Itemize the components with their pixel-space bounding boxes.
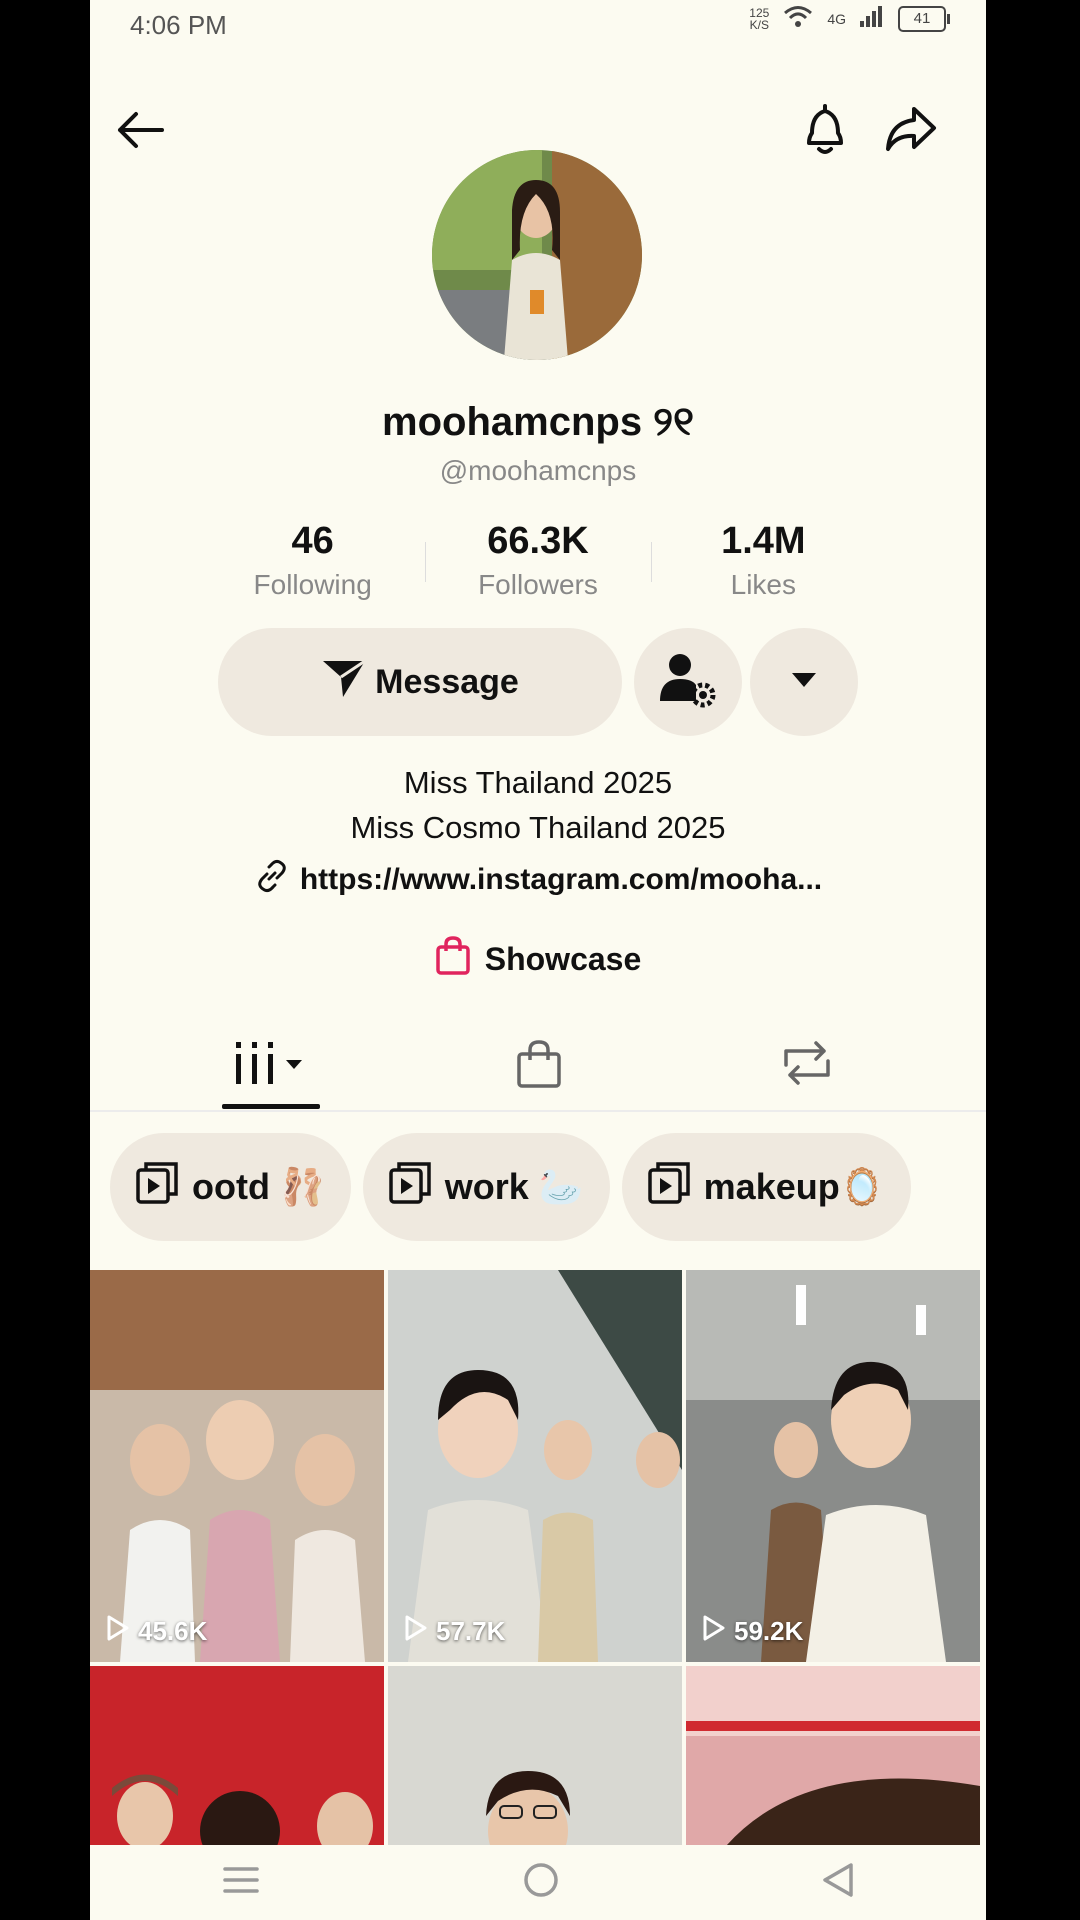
view-count-value: 57.7K: [436, 1616, 506, 1646]
video-thumbnail[interactable]: [388, 1666, 682, 1846]
playlist-label: work 🦢: [444, 1166, 584, 1207]
video-thumbnail[interactable]: 57.7K: [388, 1270, 682, 1662]
back-arrow-icon[interactable]: [110, 100, 170, 160]
tab-videos[interactable]: [226, 1035, 316, 1095]
playlist-chips: ootd 🩰 work 🦢 makeup🪞: [110, 1133, 986, 1243]
play-icon: [702, 1615, 726, 1648]
playlist-icon: [136, 1161, 178, 1213]
stat-value: 46: [291, 520, 334, 562]
profile-actions: Message: [218, 628, 858, 738]
stat-label: Following: [253, 569, 372, 600]
video-thumbnail[interactable]: [90, 1666, 384, 1846]
stat-label: Followers: [478, 569, 598, 600]
playlist-chip-ootd[interactable]: ootd 🩰: [110, 1133, 351, 1241]
network-type: 4G: [827, 10, 846, 27]
follow-settings-button[interactable]: [634, 628, 742, 736]
profile-screen: 4:06 PM 125 K/S 4G 41 moohamcnps ୨୧ @moo…: [90, 0, 986, 1920]
status-time: 4:06 PM: [130, 10, 227, 40]
playlist-label: makeup🪞: [703, 1166, 885, 1207]
content-tabs: [90, 1020, 986, 1112]
menu-icon[interactable]: [221, 1865, 261, 1900]
profile-name: moohamcnps ୨୧: [382, 400, 694, 444]
bio-line: Miss Thailand 2025: [403, 765, 673, 800]
video-thumbnail[interactable]: 45.6K: [90, 1270, 384, 1662]
repost-icon: [780, 1039, 834, 1092]
bell-icon[interactable]: [795, 100, 855, 160]
message-button[interactable]: Message: [218, 628, 622, 736]
view-count: 57.7K: [404, 1615, 505, 1648]
stat-following[interactable]: 46 Following: [200, 520, 425, 610]
video-thumbnail[interactable]: [686, 1666, 980, 1846]
user-settings-icon: [658, 651, 718, 714]
profile-stats: 46 Following 66.3K Followers 1.4M Likes: [200, 520, 876, 610]
share-icon[interactable]: [881, 100, 941, 160]
system-nav-bar: [90, 1845, 986, 1920]
send-icon: [321, 657, 367, 708]
message-label: Message: [375, 662, 519, 701]
tab-shop[interactable]: [494, 1035, 584, 1095]
videos-grid-icon: [234, 1040, 308, 1091]
bio-line: Miss Cosmo Thailand 2025: [350, 810, 726, 845]
caret-down-icon: [792, 672, 816, 692]
net-speed-value: 125: [749, 5, 770, 20]
profile-handle: @moohamcnps: [439, 455, 637, 486]
shopping-bag-icon: [435, 935, 471, 983]
stat-value: 1.4M: [721, 520, 806, 562]
signal-icon: [860, 5, 884, 32]
playlist-chip-work[interactable]: work 🦢: [362, 1133, 610, 1241]
view-count: 59.2K: [702, 1615, 803, 1648]
stat-followers[interactable]: 66.3K Followers: [425, 520, 650, 610]
status-bar: 4:06 PM 125 K/S 4G 41: [90, 0, 986, 50]
wifi-icon: [783, 4, 813, 33]
status-icons: 125 K/S 4G 41: [749, 4, 950, 33]
view-count-value: 59.2K: [734, 1616, 804, 1646]
more-options-button[interactable]: [750, 628, 858, 736]
stat-likes[interactable]: 1.4M Likes: [650, 520, 876, 610]
shopping-bag-icon: [515, 1038, 563, 1093]
battery-indicator: 41: [898, 5, 950, 32]
link-text: https://www.instagram.com/mooha...: [299, 863, 823, 896]
playlist-icon: [647, 1161, 690, 1213]
view-count-value: 45.6K: [138, 1616, 208, 1646]
playlist-label: ootd 🩰: [192, 1166, 325, 1207]
avatar[interactable]: [432, 150, 642, 360]
view-count: 45.6K: [106, 1615, 207, 1648]
showcase-button[interactable]: Showcase: [90, 935, 986, 983]
video-grid: 45.6K 57.7K 59.2K: [90, 1270, 986, 1846]
back-icon[interactable]: [821, 1861, 855, 1904]
home-icon[interactable]: [522, 1861, 560, 1904]
profile-link[interactable]: https://www.instagram.com/mooha...: [90, 858, 986, 902]
stat-value: 66.3K: [487, 520, 589, 562]
stat-label: Likes: [730, 569, 796, 600]
net-speed-unit: K/S: [749, 17, 769, 32]
play-icon: [106, 1615, 130, 1648]
tab-reposts[interactable]: [762, 1035, 852, 1095]
active-tab-indicator: [222, 1104, 320, 1109]
showcase-label: Showcase: [484, 940, 642, 977]
playlist-icon: [389, 1161, 431, 1213]
playlist-chip-makeup[interactable]: makeup🪞: [621, 1133, 911, 1241]
net-speed: 125 K/S: [749, 7, 769, 31]
video-thumbnail[interactable]: 59.2K: [686, 1270, 980, 1662]
link-icon: [254, 858, 290, 902]
play-icon: [404, 1615, 428, 1648]
profile-bio: Miss Thailand 2025 Miss Cosmo Thailand 2…: [90, 760, 986, 850]
